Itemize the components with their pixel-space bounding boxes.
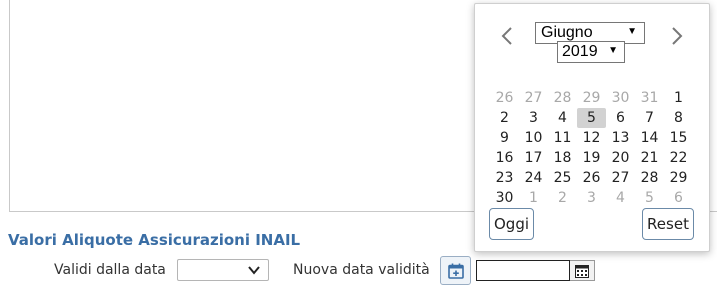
next-month-icon[interactable] bbox=[668, 26, 686, 46]
day-grid: 26 27 28 29 30 31 1 2 3 4 5 6 7 8 9 10 11 12 13 14 15 16 17 18 1… bbox=[490, 88, 710, 208]
date-picker-toggle[interactable] bbox=[570, 260, 595, 281]
year-value: 2019 bbox=[562, 43, 598, 60]
day-cell[interactable]: 2 bbox=[490, 108, 519, 128]
day-cell[interactable]: 22 bbox=[664, 148, 693, 168]
dropdown-arrow-icon: ▼ bbox=[608, 45, 618, 56]
year-select[interactable]: 2019 ▼ bbox=[557, 41, 625, 63]
day-cell[interactable]: 15 bbox=[664, 128, 693, 148]
day-cell[interactable]: 16 bbox=[490, 148, 519, 168]
day-cell[interactable]: 26 bbox=[577, 168, 606, 188]
today-button[interactable]: Oggi bbox=[489, 208, 534, 240]
day-cell[interactable]: 10 bbox=[519, 128, 548, 148]
day-cell[interactable]: 13 bbox=[606, 128, 635, 148]
day-cell[interactable]: 26 bbox=[490, 88, 519, 108]
day-cell[interactable]: 3 bbox=[577, 188, 606, 208]
week-row: 30 1 2 3 4 5 6 bbox=[490, 188, 710, 208]
day-cell[interactable]: 23 bbox=[490, 168, 519, 188]
day-cell[interactable]: 6 bbox=[606, 108, 635, 128]
day-cell[interactable]: 6 bbox=[664, 188, 693, 208]
month-value: Giugno bbox=[541, 24, 593, 41]
day-cell[interactable]: 7 bbox=[635, 108, 664, 128]
day-cell[interactable]: 30 bbox=[490, 188, 519, 208]
day-cell[interactable]: 4 bbox=[548, 108, 577, 128]
selected-day-cell[interactable]: 5 bbox=[577, 108, 606, 128]
day-cell[interactable]: 29 bbox=[664, 168, 693, 188]
section-title: Valori Aliquote Assicurazioni INAIL bbox=[8, 231, 301, 249]
chevron-down-icon bbox=[248, 266, 260, 275]
day-cell[interactable]: 1 bbox=[519, 188, 548, 208]
day-cell[interactable]: 29 bbox=[577, 88, 606, 108]
day-cell[interactable]: 28 bbox=[635, 168, 664, 188]
day-cell[interactable]: 5 bbox=[635, 188, 664, 208]
week-row: 2345678 bbox=[490, 108, 710, 128]
day-cell[interactable]: 24 bbox=[519, 168, 548, 188]
week-row: 23 24 25 26 27 28 29 bbox=[490, 168, 710, 188]
day-cell[interactable]: 25 bbox=[548, 168, 577, 188]
week-row: 9 10 11 12 13 14 15 bbox=[490, 128, 710, 148]
calendar-icon bbox=[575, 265, 589, 278]
day-cell[interactable]: 21 bbox=[635, 148, 664, 168]
day-cell[interactable]: 11 bbox=[548, 128, 577, 148]
prev-month-icon[interactable] bbox=[498, 26, 516, 46]
reset-button[interactable]: Reset bbox=[642, 208, 694, 240]
day-cell[interactable]: 2 bbox=[548, 188, 577, 208]
day-cell[interactable]: 18 bbox=[548, 148, 577, 168]
day-cell[interactable]: 28 bbox=[548, 88, 577, 108]
day-cell[interactable]: 20 bbox=[606, 148, 635, 168]
datepicker-popup: Giugno ▼ 2019 ▼ 26 27 28 29 30 31 1 2 3 4 5 6 7 8 9 10 1… bbox=[474, 3, 710, 252]
day-cell[interactable]: 27 bbox=[519, 88, 548, 108]
week-row: 16 17 18 19 20 21 22 bbox=[490, 148, 710, 168]
day-cell[interactable]: 17 bbox=[519, 148, 548, 168]
day-cell[interactable]: 12 bbox=[577, 128, 606, 148]
day-cell[interactable]: 8 bbox=[664, 108, 693, 128]
day-cell[interactable]: 4 bbox=[606, 188, 635, 208]
nuova-data-input[interactable] bbox=[476, 260, 570, 281]
day-cell[interactable]: 3 bbox=[519, 108, 548, 128]
calendar-plus-icon bbox=[448, 263, 464, 279]
day-cell[interactable]: 9 bbox=[490, 128, 519, 148]
day-cell[interactable]: 27 bbox=[606, 168, 635, 188]
day-cell[interactable]: 19 bbox=[577, 148, 606, 168]
dropdown-arrow-icon: ▼ bbox=[627, 26, 637, 37]
validi-dalla-data-select[interactable] bbox=[177, 259, 269, 281]
week-row: 26 27 28 29 30 31 1 bbox=[490, 88, 710, 108]
day-cell[interactable]: 31 bbox=[635, 88, 664, 108]
day-cell[interactable]: 1 bbox=[664, 88, 693, 108]
validi-dalla-data-label: Validi dalla data bbox=[54, 262, 166, 278]
day-cell[interactable]: 14 bbox=[635, 128, 664, 148]
add-date-button[interactable] bbox=[440, 256, 471, 285]
day-cell[interactable]: 30 bbox=[606, 88, 635, 108]
nuova-data-validita-label: Nuova data validità bbox=[293, 262, 430, 278]
